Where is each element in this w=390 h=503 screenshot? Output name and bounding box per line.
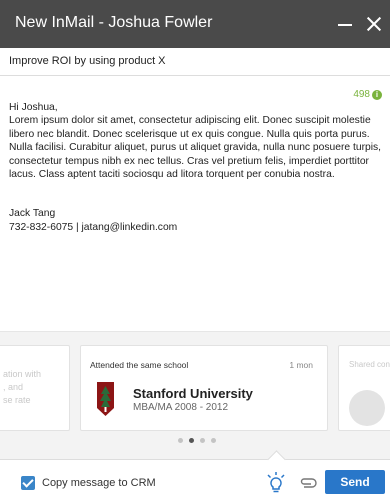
insights-carousel: ation with, and se rate Attended the same… bbox=[0, 331, 390, 459]
school-degree: MBA/MA 2008 - 2012 bbox=[133, 402, 229, 413]
message-greeting: Hi Joshua, bbox=[9, 102, 58, 113]
signature-name: Jack Tang bbox=[9, 208, 56, 220]
signature-contact: 732-832-6075 | jatang@linkedin.com bbox=[9, 221, 178, 233]
copy-to-crm-checkbox[interactable] bbox=[21, 476, 35, 490]
lightbulb-icon[interactable] bbox=[266, 472, 286, 494]
carousel-dot[interactable] bbox=[189, 438, 194, 443]
stanford-logo-icon bbox=[97, 382, 114, 416]
message-body[interactable]: Hi Joshua, Lorem ipsum dolor sit amet, c… bbox=[9, 101, 387, 248]
inmail-compose-window: New InMail - Joshua Fowler Improve ROI b… bbox=[0, 0, 390, 503]
subject-field[interactable]: Improve ROI by using product X bbox=[0, 48, 390, 76]
paperclip-icon[interactable] bbox=[298, 475, 318, 491]
subject-text: Improve ROI by using product X bbox=[9, 55, 166, 67]
insight-card-previous-text: ation with, and se rate bbox=[3, 369, 42, 405]
avatar bbox=[349, 390, 385, 426]
close-icon[interactable] bbox=[366, 16, 382, 32]
insight-card-next-text: Shared con bbox=[349, 360, 390, 369]
minimize-icon[interactable] bbox=[338, 24, 352, 26]
compose-header: New InMail - Joshua Fowler bbox=[0, 0, 390, 48]
insight-card-next[interactable]: Shared con bbox=[338, 345, 390, 431]
carousel-dot[interactable] bbox=[178, 438, 183, 443]
compose-footer: Copy message to CRM Send bbox=[0, 459, 390, 503]
send-button[interactable]: Send bbox=[325, 470, 385, 494]
insight-card-previous[interactable]: ation with, and se rate bbox=[0, 345, 70, 431]
carousel-dot[interactable] bbox=[200, 438, 205, 443]
carousel-dot[interactable] bbox=[211, 438, 216, 443]
character-counter: 498 i bbox=[353, 89, 382, 100]
school-name: Stanford University bbox=[133, 386, 253, 401]
insight-caption: Attended the same school bbox=[90, 360, 189, 370]
copy-to-crm-label[interactable]: Copy message to CRM bbox=[42, 477, 156, 489]
info-icon[interactable]: i bbox=[372, 89, 382, 100]
insight-card-school[interactable]: Attended the same school 1 mon Stanford … bbox=[80, 345, 328, 431]
window-title: New InMail - Joshua Fowler bbox=[15, 14, 213, 31]
carousel-pagination bbox=[178, 438, 216, 443]
insight-time: 1 mon bbox=[289, 360, 313, 370]
message-text: Lorem ipsum dolor sit amet, consectetur … bbox=[9, 115, 382, 181]
counter-value: 498 bbox=[353, 89, 370, 100]
